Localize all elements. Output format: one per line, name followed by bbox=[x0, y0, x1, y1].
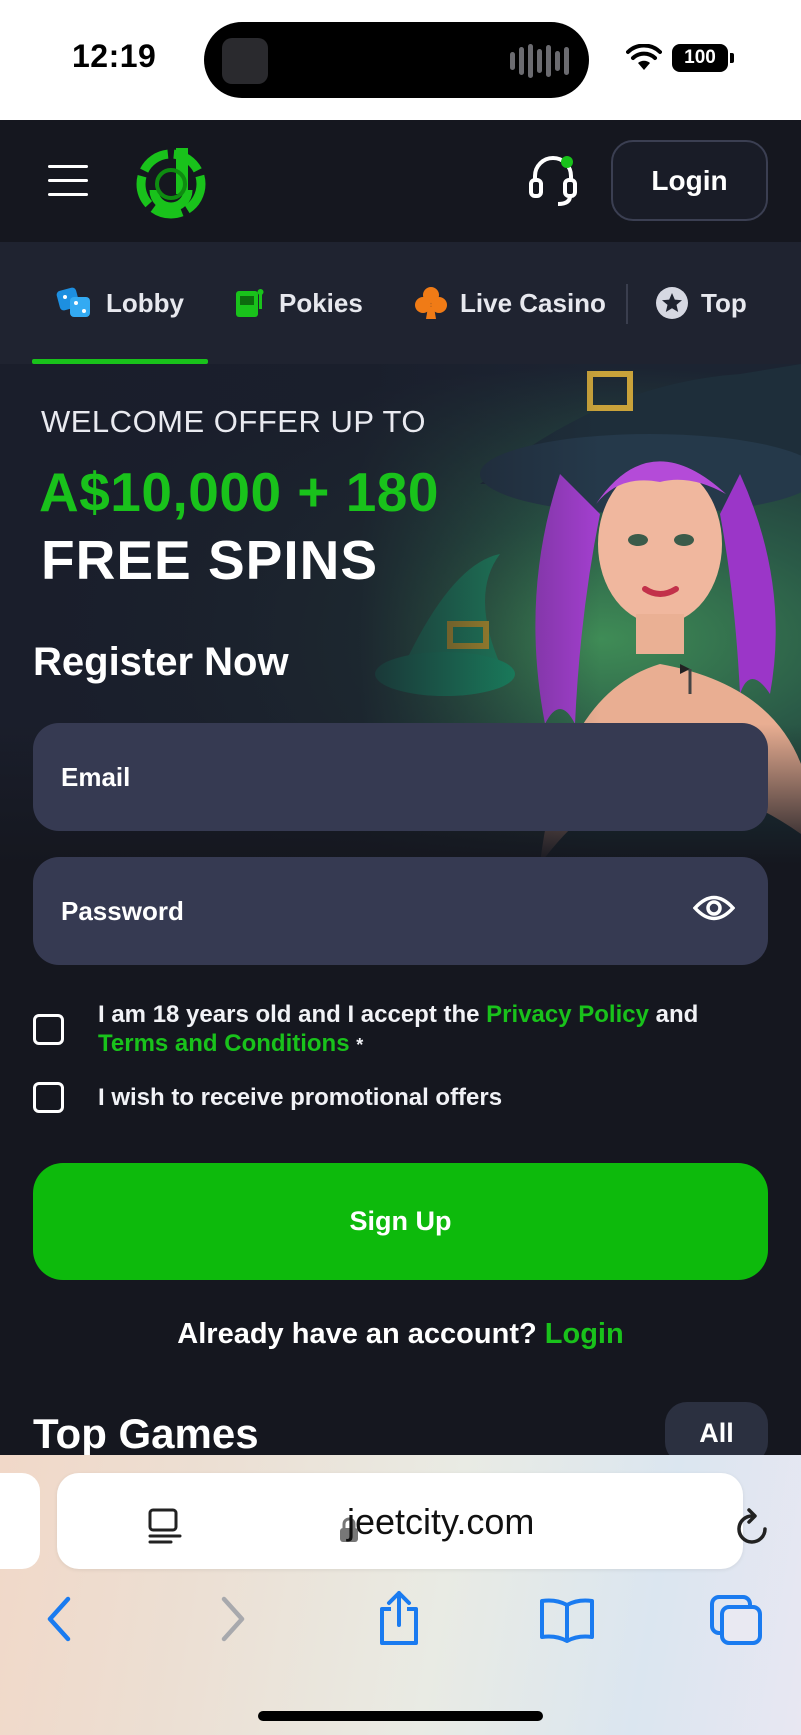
password-input[interactable] bbox=[61, 857, 681, 965]
free-spins-label: FREE SPINS bbox=[41, 529, 379, 591]
tab-lobby[interactable]: Lobby bbox=[56, 242, 184, 364]
home-indicator bbox=[258, 1711, 543, 1721]
tab-label: Pokies bbox=[279, 287, 363, 318]
jeetcity-logo[interactable] bbox=[136, 146, 210, 220]
consent-and: and bbox=[655, 1001, 699, 1028]
site-header: Login bbox=[0, 120, 801, 242]
tab-pokies[interactable]: Pokies bbox=[233, 242, 363, 364]
headset-icon[interactable] bbox=[528, 154, 578, 208]
star-icon bbox=[656, 287, 688, 319]
age-consent-text: I am 18 years old and I accept the Priva… bbox=[98, 1000, 698, 1060]
tabs-icon[interactable] bbox=[708, 1593, 764, 1647]
bonus-amount: A$10,000 + 180 bbox=[39, 461, 439, 523]
previous-tab-preview[interactable] bbox=[0, 1473, 40, 1569]
sign-up-button[interactable]: Sign Up bbox=[33, 1163, 768, 1280]
browser-toolbar: jeetcity.com bbox=[0, 1455, 801, 1735]
reload-icon[interactable] bbox=[735, 1507, 771, 1547]
forward-arrow-icon[interactable] bbox=[218, 1595, 248, 1643]
battery-indicator: 100 bbox=[672, 44, 734, 72]
already-text: Already have an account? bbox=[177, 1318, 537, 1350]
tab-label: Top bbox=[701, 287, 747, 318]
welcome-offer-label: WELCOME OFFER UP TO bbox=[41, 404, 426, 439]
password-field[interactable] bbox=[33, 857, 768, 965]
required-mark: * bbox=[356, 1035, 364, 1055]
already-account-line: Already have an account? Login bbox=[0, 1318, 801, 1351]
tab-label: Lobby bbox=[106, 287, 184, 318]
bookmarks-icon[interactable] bbox=[538, 1597, 596, 1643]
top-games-title: Top Games bbox=[33, 1410, 259, 1457]
url-text: jeetcity.com bbox=[315, 1501, 534, 1543]
register-title: Register Now bbox=[33, 640, 289, 684]
email-field[interactable] bbox=[33, 723, 768, 831]
terms-link[interactable]: Terms and Conditions bbox=[98, 1030, 350, 1057]
reader-icon[interactable] bbox=[147, 1507, 183, 1545]
already-login-link[interactable]: Login bbox=[545, 1318, 624, 1350]
tab-label: Live Casino bbox=[460, 287, 606, 318]
tab-top[interactable]: Top bbox=[655, 242, 747, 364]
privacy-policy-link[interactable]: Privacy Policy bbox=[486, 1001, 649, 1028]
dynamic-island bbox=[204, 22, 589, 98]
tab-live-casino[interactable]: Live Casino bbox=[414, 242, 606, 364]
share-icon[interactable] bbox=[376, 1589, 422, 1647]
promo-checkbox[interactable] bbox=[33, 1082, 64, 1113]
promo-label: I wish to receive promotional offers bbox=[98, 1084, 503, 1111]
slot-machine-icon bbox=[236, 289, 264, 317]
email-input[interactable] bbox=[61, 723, 681, 831]
address-bar[interactable]: jeetcity.com bbox=[57, 1473, 767, 1569]
consent-prefix: I am 18 years old and I accept the bbox=[98, 1001, 480, 1028]
club-icon bbox=[415, 287, 447, 319]
tab-divider bbox=[626, 284, 628, 324]
back-arrow-icon[interactable] bbox=[44, 1595, 74, 1643]
clock: 12:19 bbox=[72, 38, 157, 74]
hamburger-icon[interactable] bbox=[48, 165, 88, 197]
url-domain: jeetcity.com bbox=[347, 1501, 535, 1542]
status-bar: 12:19 100 bbox=[0, 0, 801, 120]
camera-icon bbox=[222, 38, 268, 84]
category-tabs: Lobby Pokies Live Casino Top bbox=[0, 242, 801, 364]
wifi-icon bbox=[626, 44, 662, 70]
dice-icon bbox=[56, 287, 90, 317]
eye-icon[interactable] bbox=[693, 893, 735, 923]
login-button[interactable]: Login bbox=[611, 140, 768, 221]
age-consent-checkbox[interactable] bbox=[33, 1014, 64, 1045]
audio-wave-icon bbox=[510, 44, 569, 78]
